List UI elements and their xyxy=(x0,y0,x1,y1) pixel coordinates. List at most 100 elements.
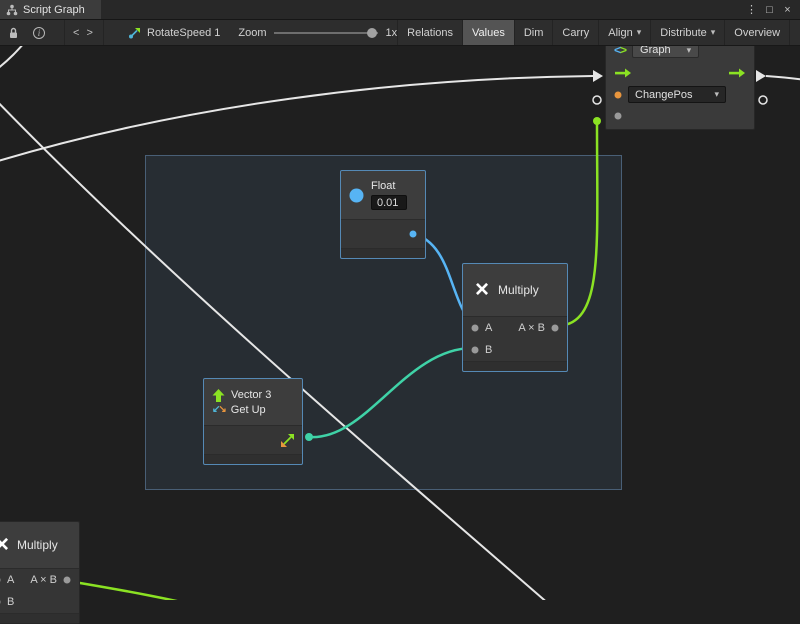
node-multiply-2[interactable]: × Multiply A A × B B xyxy=(0,521,80,624)
wire-white-from-graph-output[interactable] xyxy=(766,76,800,80)
graph-asset-chip[interactable]: RotateSpeed 1 xyxy=(122,20,226,45)
wire-multiply2-output[interactable] xyxy=(68,581,232,600)
distribute-button[interactable]: Distribute ▾ xyxy=(650,20,724,45)
multiply2-node-header: × Multiply xyxy=(0,522,79,568)
lock-icon xyxy=(8,27,19,39)
wire-endpoint-dot[interactable] xyxy=(305,433,313,441)
button-label: Dim xyxy=(524,27,544,39)
input-port-b[interactable] xyxy=(471,346,479,354)
button-label: Distribute xyxy=(660,27,706,39)
node-footer xyxy=(0,613,79,623)
graph-canvas[interactable]: <> Graph ▾ ChangePos ▾ xyxy=(0,0,800,600)
full-screen-button[interactable]: Full Screen xyxy=(789,20,800,45)
zoom-value: 1x xyxy=(386,27,398,39)
close-button[interactable]: × xyxy=(780,1,795,19)
input-port-b[interactable] xyxy=(0,598,1,606)
vector-node-subtitle: Get Up xyxy=(231,404,266,416)
port-result-label: A × B xyxy=(30,574,57,586)
graph-asset-icon xyxy=(128,27,141,39)
node-vector3-getup[interactable]: Vector 3 ↙↘ Get Up xyxy=(203,378,303,465)
variable-dropdown-label: ChangePos xyxy=(635,89,693,101)
port-row: B xyxy=(0,591,79,613)
button-label: Overview xyxy=(734,27,780,39)
flow-in-arrow-icon[interactable] xyxy=(614,67,632,79)
maximize-button[interactable]: □ xyxy=(762,1,777,19)
multiply-icon: × xyxy=(0,533,9,557)
zoom-control: Zoom 1x xyxy=(238,20,397,45)
multiply-icon: × xyxy=(475,278,489,302)
wire-endpoint-dot[interactable] xyxy=(593,117,601,125)
float-node-header: Float 0.01 xyxy=(341,171,425,219)
port-a-label: A xyxy=(485,322,492,334)
graph-toolbar: i < > RotateSpeed 1 Zoom 1x Relations Va… xyxy=(0,20,800,46)
values-button[interactable]: Values xyxy=(462,20,514,45)
port-a-label: A xyxy=(7,574,14,586)
vector-node-ports xyxy=(204,425,302,454)
vector-node-title: Vector 3 xyxy=(231,389,271,401)
edit-script-button[interactable]: < > xyxy=(64,20,104,45)
float-value-input[interactable]: 0.01 xyxy=(371,195,407,210)
wire-getup-to-multiply-b[interactable] xyxy=(309,348,473,437)
graph-extra-port-row xyxy=(606,105,754,129)
multiply2-node-ports: A A × B B xyxy=(0,568,79,613)
window-title: Script Graph xyxy=(23,4,85,16)
value-port[interactable] xyxy=(614,91,622,99)
button-label: Relations xyxy=(407,27,453,39)
dim-button[interactable]: Dim xyxy=(514,20,553,45)
move-arrows-icon xyxy=(281,434,294,447)
chevron-down-icon: ▾ xyxy=(711,27,716,38)
node-footer xyxy=(463,361,567,371)
zoom-slider-handle[interactable] xyxy=(367,28,377,38)
chevron-down-icon: ▾ xyxy=(637,27,642,38)
float-type-icon xyxy=(349,188,364,203)
float-output-port[interactable] xyxy=(409,230,417,238)
port-result-label: A × B xyxy=(518,322,545,334)
relations-button[interactable]: Relations xyxy=(397,20,462,45)
float-node-ports xyxy=(341,219,425,248)
info-icon: i xyxy=(33,27,45,39)
value-port-ring-right[interactable] xyxy=(759,96,767,104)
tab-script-graph[interactable]: Script Graph xyxy=(0,0,101,19)
chevron-down-icon: ▾ xyxy=(714,89,719,100)
port-row xyxy=(341,220,425,248)
graph-flow-row xyxy=(606,60,754,84)
value-port[interactable] xyxy=(614,112,622,120)
button-label: Values xyxy=(472,27,505,39)
lock-button[interactable] xyxy=(0,20,26,45)
node-footer xyxy=(341,248,425,258)
title-bar: Script Graph ⋮ □ × xyxy=(0,0,800,20)
align-button[interactable]: Align ▾ xyxy=(598,20,650,45)
chevron-down-icon: ▾ xyxy=(687,45,692,56)
node-footer xyxy=(204,454,302,464)
overview-button[interactable]: Overview xyxy=(724,20,789,45)
value-port-ring-left[interactable] xyxy=(593,96,601,104)
wire-white-to-graph-input[interactable] xyxy=(0,76,593,165)
output-port-result[interactable] xyxy=(63,576,71,584)
window-menu-button[interactable]: ⋮ xyxy=(744,1,759,19)
port-row: A A × B xyxy=(463,317,567,339)
carry-button[interactable]: Carry xyxy=(552,20,598,45)
vector-axes-icon: ↙↘ xyxy=(212,404,225,415)
multiply-node-ports: A A × B B xyxy=(463,316,567,361)
port-b-label: B xyxy=(485,344,492,356)
node-multiply[interactable]: × Multiply A A × B B xyxy=(462,263,568,372)
info-button[interactable]: i xyxy=(26,20,52,45)
input-port-a[interactable] xyxy=(0,576,1,584)
node-float[interactable]: Float 0.01 xyxy=(340,170,426,259)
output-port-result[interactable] xyxy=(551,324,559,332)
button-label: Align xyxy=(608,27,632,39)
input-port-a[interactable] xyxy=(471,324,479,332)
variable-dropdown[interactable]: ChangePos ▾ xyxy=(628,86,726,103)
flow-arrow-marker-left[interactable] xyxy=(593,70,603,82)
port-row: B xyxy=(463,339,567,361)
port-b-label: B xyxy=(7,596,14,608)
script-graph-icon xyxy=(6,4,18,16)
float-node-title: Float xyxy=(371,180,395,192)
multiply2-node-title: Multiply xyxy=(17,538,58,552)
flow-out-arrow-icon[interactable] xyxy=(728,67,746,79)
node-graph-unit[interactable]: <> Graph ▾ ChangePos ▾ xyxy=(605,36,755,130)
flow-arrow-marker-right[interactable] xyxy=(756,70,766,82)
zoom-slider[interactable] xyxy=(274,32,378,34)
port-row xyxy=(204,426,302,454)
vector-node-header: Vector 3 ↙↘ Get Up xyxy=(204,379,302,425)
